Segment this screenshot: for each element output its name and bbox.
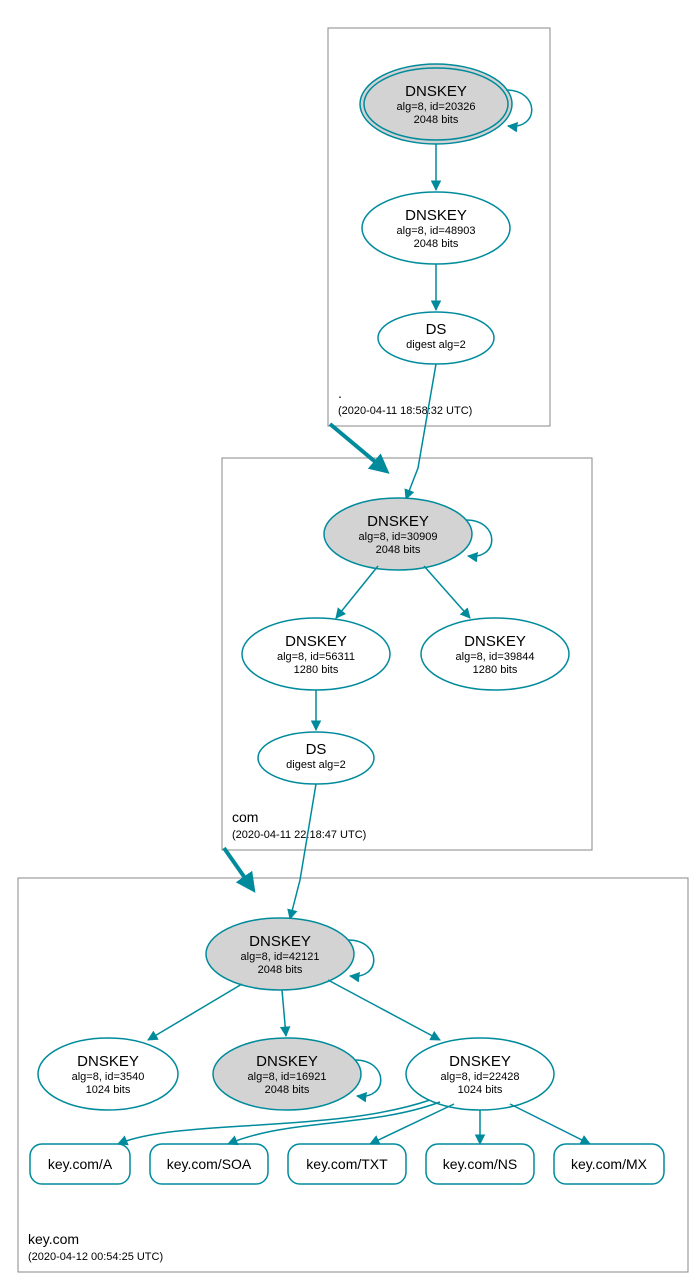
- svg-text:alg=8, id=30909: alg=8, id=30909: [359, 531, 438, 543]
- edge-com-ksk-z1: [336, 566, 378, 618]
- edge-root-com-delegation: [330, 424, 385, 470]
- node-key-zsk3: DNSKEY alg=8, id=22428 1024 bits: [406, 1038, 554, 1110]
- svg-text:key.com/SOA: key.com/SOA: [167, 1156, 252, 1172]
- svg-text:DS: DS: [426, 321, 447, 338]
- node-com-ds: DS digest alg=2: [258, 732, 374, 784]
- record-ns: key.com/NS: [426, 1144, 534, 1184]
- svg-text:2048 bits: 2048 bits: [265, 1084, 310, 1096]
- svg-text:DNSKEY: DNSKEY: [449, 1053, 511, 1070]
- svg-text:digest alg=2: digest alg=2: [286, 759, 346, 771]
- edge-com-key-delegation: [224, 848, 252, 888]
- svg-text:key.com/NS: key.com/NS: [443, 1156, 517, 1172]
- edge-com-ds-key-ksk: [290, 784, 316, 919]
- edge-key-ksk-z2: [282, 990, 286, 1036]
- zone-root-timestamp: (2020-04-11 18:58:32 UTC): [338, 405, 472, 417]
- svg-text:DNSKEY: DNSKEY: [256, 1053, 318, 1070]
- record-txt: key.com/TXT: [288, 1144, 406, 1184]
- zone-com-timestamp: (2020-04-11 22:18:47 UTC): [232, 829, 366, 841]
- svg-text:2048 bits: 2048 bits: [414, 114, 459, 126]
- zone-key-label: key.com: [28, 1231, 79, 1247]
- zone-com-label: com: [232, 809, 258, 825]
- svg-text:2048 bits: 2048 bits: [414, 238, 459, 250]
- svg-text:digest alg=2: digest alg=2: [406, 339, 466, 351]
- record-mx: key.com/MX: [554, 1144, 664, 1184]
- node-key-ksk: DNSKEY alg=8, id=42121 2048 bits: [206, 918, 354, 990]
- record-soa: key.com/SOA: [150, 1144, 268, 1184]
- svg-text:alg=8, id=22428: alg=8, id=22428: [441, 1071, 520, 1083]
- svg-text:DNSKEY: DNSKEY: [249, 933, 311, 950]
- svg-text:alg=8, id=20326: alg=8, id=20326: [397, 101, 476, 113]
- node-com-ksk: DNSKEY alg=8, id=30909 2048 bits: [324, 498, 472, 570]
- node-key-zsk1: DNSKEY alg=8, id=3540 1024 bits: [38, 1038, 178, 1110]
- edge-root-ds-com-ksk: [406, 364, 436, 499]
- svg-text:2048 bits: 2048 bits: [376, 544, 421, 556]
- svg-text:2048 bits: 2048 bits: [258, 964, 303, 976]
- node-root-ds: DS digest alg=2: [378, 312, 494, 364]
- svg-text:DNSKEY: DNSKEY: [464, 633, 526, 650]
- zone-root-label: .: [338, 385, 342, 401]
- edge-key-z3-mx: [510, 1104, 590, 1144]
- node-key-zsk2: DNSKEY alg=8, id=16921 2048 bits: [213, 1038, 361, 1110]
- record-a: key.com/A: [30, 1144, 130, 1184]
- svg-text:1280 bits: 1280 bits: [473, 664, 518, 676]
- svg-text:key.com/MX: key.com/MX: [571, 1156, 648, 1172]
- svg-text:DNSKEY: DNSKEY: [285, 633, 347, 650]
- svg-text:1280 bits: 1280 bits: [294, 664, 339, 676]
- svg-text:DNSKEY: DNSKEY: [405, 83, 467, 100]
- svg-text:alg=8, id=56311: alg=8, id=56311: [277, 651, 355, 663]
- edge-key-ksk-z1: [148, 984, 242, 1040]
- svg-text:DNSKEY: DNSKEY: [77, 1053, 139, 1070]
- svg-text:alg=8, id=3540: alg=8, id=3540: [72, 1071, 145, 1083]
- svg-text:key.com/TXT: key.com/TXT: [306, 1156, 388, 1172]
- node-root-zsk: DNSKEY alg=8, id=48903 2048 bits: [362, 192, 510, 264]
- svg-text:1024 bits: 1024 bits: [86, 1084, 131, 1096]
- node-root-ksk: DNSKEY alg=8, id=20326 2048 bits: [360, 64, 512, 144]
- edge-key-ksk-z3: [328, 980, 440, 1040]
- svg-text:DNSKEY: DNSKEY: [405, 207, 467, 224]
- edge-com-ksk-z2: [424, 566, 470, 618]
- dnssec-graph: . (2020-04-11 18:58:32 UTC) DNSKEY alg=8…: [0, 0, 699, 1278]
- svg-text:1024 bits: 1024 bits: [458, 1084, 503, 1096]
- zone-key-timestamp: (2020-04-12 00:54:25 UTC): [28, 1251, 163, 1263]
- node-com-zsk2: DNSKEY alg=8, id=39844 1280 bits: [421, 618, 569, 690]
- svg-text:DS: DS: [306, 741, 327, 758]
- svg-text:alg=8, id=16921: alg=8, id=16921: [248, 1071, 327, 1083]
- svg-text:key.com/A: key.com/A: [48, 1156, 113, 1172]
- svg-text:alg=8, id=48903: alg=8, id=48903: [397, 225, 476, 237]
- svg-text:alg=8, id=39844: alg=8, id=39844: [456, 651, 535, 663]
- svg-text:DNSKEY: DNSKEY: [367, 513, 429, 530]
- node-com-zsk1: DNSKEY alg=8, id=56311 1280 bits: [242, 618, 390, 690]
- svg-text:alg=8, id=42121: alg=8, id=42121: [241, 951, 320, 963]
